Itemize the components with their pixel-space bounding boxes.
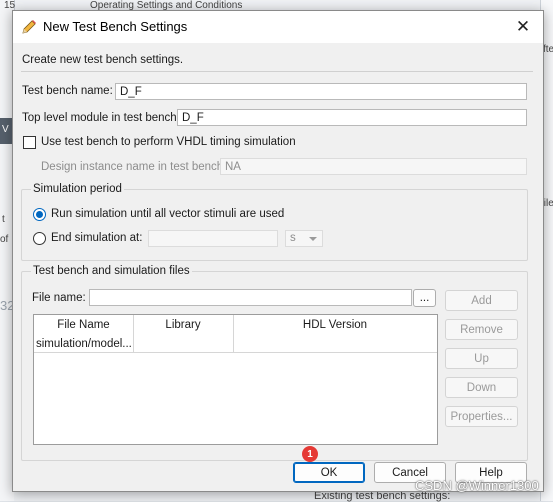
table-row-file[interactable]: simulation/model... xyxy=(36,338,132,350)
run-all-label[interactable]: Run simulation until all vector stimuli … xyxy=(51,208,284,220)
end-at-radio[interactable] xyxy=(33,232,46,245)
time-unit-select[interactable]: s xyxy=(285,230,323,247)
column-divider xyxy=(233,315,234,352)
row-divider xyxy=(34,352,437,353)
files-group-legend: Test bench and simulation files xyxy=(31,265,192,277)
close-button[interactable]: ✕ xyxy=(503,11,543,43)
column-header-hdl-version[interactable]: HDL Version xyxy=(233,315,437,335)
column-header-library[interactable]: Library xyxy=(133,315,233,335)
ok-button[interactable]: OK xyxy=(293,462,365,483)
design-instance-input[interactable]: NA xyxy=(220,158,527,175)
column-header-file-name[interactable]: File Name xyxy=(34,315,133,335)
intro-text: Create new test bench settings. xyxy=(22,54,184,66)
dialog-title: New Test Bench Settings xyxy=(43,19,188,34)
properties-button[interactable]: Properties... xyxy=(445,406,518,427)
background-right-fragment: fter xyxy=(543,44,553,55)
down-button[interactable]: Down xyxy=(445,377,518,398)
time-unit-value: s xyxy=(290,232,296,244)
top-level-module-label: Top level module in test bench: xyxy=(22,112,180,124)
step-badge: 1 xyxy=(302,446,318,462)
vhdl-timing-checkbox[interactable] xyxy=(23,136,36,149)
background-left-fragment-2: t xyxy=(2,214,5,225)
separator xyxy=(21,71,533,72)
design-instance-label: Design instance name in test bench: xyxy=(41,161,227,173)
simulation-period-group xyxy=(21,189,528,261)
up-button[interactable]: Up xyxy=(445,348,518,369)
vhdl-timing-label[interactable]: Use test bench to perform VHDL timing si… xyxy=(41,136,296,148)
watermark: CSDN @Winner1300 xyxy=(415,478,539,493)
dialog-titlebar[interactable]: New Test Bench Settings ✕ xyxy=(13,11,543,43)
file-name-input[interactable] xyxy=(89,289,412,306)
run-all-radio[interactable] xyxy=(33,208,46,221)
close-icon: ✕ xyxy=(515,17,531,36)
test-bench-name-input[interactable]: D_F xyxy=(115,83,527,100)
chevron-down-icon xyxy=(309,237,317,241)
simulation-period-legend: Simulation period xyxy=(31,183,124,195)
column-divider xyxy=(133,315,134,352)
end-at-label[interactable]: End simulation at: xyxy=(51,232,142,244)
add-button[interactable]: Add xyxy=(445,290,518,311)
new-test-bench-settings-dialog: New Test Bench Settings ✕ Create new tes… xyxy=(12,10,544,492)
remove-button[interactable]: Remove xyxy=(445,319,518,340)
end-time-input[interactable] xyxy=(148,230,278,247)
pencil-icon xyxy=(22,20,36,34)
top-level-module-input[interactable]: D_F xyxy=(177,109,527,126)
files-table: File Name Library HDL Version simulation… xyxy=(33,314,438,445)
test-bench-name-label: Test bench name: xyxy=(22,85,113,97)
file-name-label: File name: xyxy=(32,292,86,304)
background-left-fragment: V xyxy=(2,124,9,135)
browse-button[interactable]: ... xyxy=(413,289,436,307)
background-left-fragment-3: of xyxy=(0,234,9,245)
